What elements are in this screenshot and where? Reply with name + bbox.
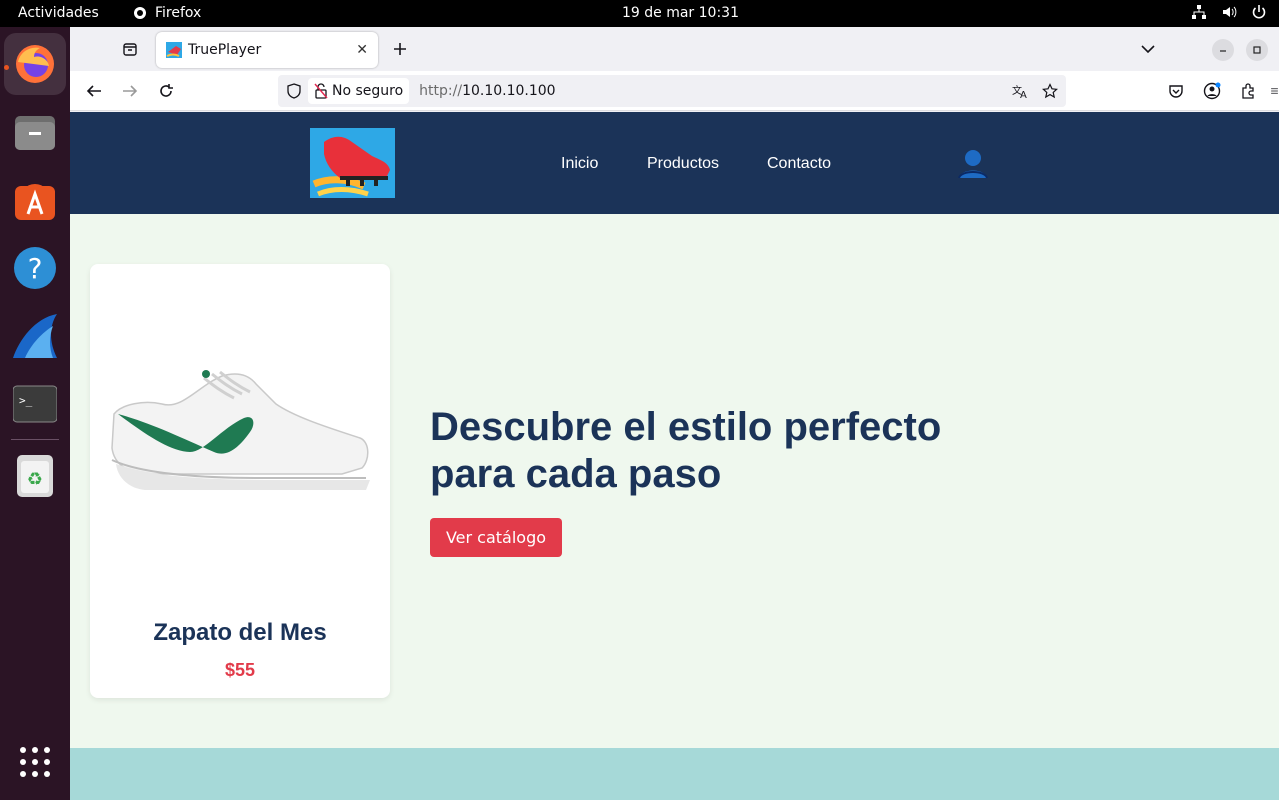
url-bar[interactable]: No seguro http://10.10.10.100 文A xyxy=(278,75,1066,107)
terminal-icon: >_ xyxy=(13,385,57,423)
minimize-button[interactable] xyxy=(1212,39,1234,61)
svg-text:A: A xyxy=(1020,90,1027,99)
web-page: Inicio Productos Contacto Zapato del Mes… xyxy=(70,112,1279,800)
url-text[interactable]: http://10.10.10.100 xyxy=(419,83,555,99)
maximize-button[interactable] xyxy=(1246,39,1268,61)
nav-link-productos[interactable]: Productos xyxy=(647,155,719,173)
extensions-button[interactable] xyxy=(1238,81,1258,101)
dock-firefox[interactable] xyxy=(4,33,66,95)
back-button[interactable] xyxy=(84,81,104,101)
dock-show-apps[interactable] xyxy=(4,731,66,793)
wireshark-icon xyxy=(13,314,57,358)
product-title: Zapato del Mes xyxy=(153,619,327,646)
app-grid-icon xyxy=(20,747,50,777)
connection-not-secure[interactable]: No seguro xyxy=(308,78,410,104)
svg-text:?: ? xyxy=(28,252,43,285)
clock[interactable]: 19 de mar 10:31 xyxy=(622,5,739,21)
product-image xyxy=(111,370,370,490)
forward-button[interactable] xyxy=(120,81,140,101)
featured-product-card[interactable]: Zapato del Mes $55 xyxy=(90,264,390,698)
dock: ? >_ ♻ xyxy=(0,27,70,800)
plus-icon xyxy=(394,43,406,55)
menu-button[interactable] xyxy=(1270,81,1279,101)
help-icon: ? xyxy=(14,247,56,289)
firefox-small-icon xyxy=(134,7,146,19)
hamburger-icon xyxy=(1271,88,1278,94)
list-all-tabs-button[interactable] xyxy=(1138,39,1158,59)
account-button[interactable] xyxy=(1202,81,1222,101)
dock-trash[interactable]: ♻ xyxy=(4,445,66,507)
sneaker-logo-icon xyxy=(310,128,395,198)
view-catalog-button[interactable]: Ver catálogo xyxy=(430,518,562,557)
back-arrow-icon xyxy=(86,85,101,97)
puzzle-icon xyxy=(1242,83,1254,99)
running-indicator xyxy=(4,65,9,70)
app-center-icon xyxy=(15,184,55,220)
pocket-button[interactable] xyxy=(1166,81,1186,101)
svg-text:♻: ♻ xyxy=(27,469,43,490)
svg-text:>_: >_ xyxy=(19,394,33,407)
system-tray[interactable] xyxy=(1191,4,1267,20)
dock-terminal[interactable]: >_ xyxy=(4,373,66,435)
dock-help[interactable]: ? xyxy=(4,237,66,299)
firefox-view-icon xyxy=(123,43,137,56)
translate-icon[interactable]: 文A xyxy=(1012,83,1030,99)
dock-separator xyxy=(11,439,59,440)
new-tab-button[interactable] xyxy=(390,39,410,59)
minimize-icon xyxy=(1220,50,1226,52)
nav-link-inicio[interactable]: Inicio xyxy=(561,155,598,173)
tab-close-icon[interactable]: ✕ xyxy=(356,42,368,58)
firefox-view-button[interactable] xyxy=(120,39,140,59)
app-name: Firefox xyxy=(155,5,202,21)
dock-app-center[interactable] xyxy=(4,169,66,231)
tab-title: TruePlayer xyxy=(188,42,262,58)
not-secure-label: No seguro xyxy=(332,83,404,99)
reload-button[interactable] xyxy=(156,81,176,101)
app-menu[interactable]: Firefox xyxy=(133,5,201,21)
tab-strip: TruePlayer ✕ xyxy=(70,27,1279,71)
volume-icon[interactable] xyxy=(1221,4,1237,20)
url-protocol: http:// xyxy=(419,83,463,99)
shield-icon[interactable] xyxy=(286,83,302,99)
pocket-icon xyxy=(1169,85,1183,98)
power-icon[interactable] xyxy=(1251,4,1267,20)
reload-icon xyxy=(160,84,173,97)
network-icon[interactable] xyxy=(1191,4,1207,20)
user-icon xyxy=(958,150,988,179)
hero-heading: Descubre el estilo perfecto para cada pa… xyxy=(430,405,942,496)
firefox-icon xyxy=(16,45,54,83)
activities-button[interactable]: Actividades xyxy=(18,5,99,21)
firefox-window: TruePlayer ✕ No seguro http://10.10.10.1… xyxy=(70,27,1279,800)
tab-trueplayer[interactable]: TruePlayer ✕ xyxy=(156,32,378,68)
site-header: Inicio Productos Contacto xyxy=(70,112,1279,214)
dock-files[interactable] xyxy=(4,101,66,163)
account-icon xyxy=(1203,82,1221,100)
next-section-band xyxy=(70,748,1279,800)
insecure-lock-icon xyxy=(314,83,328,99)
maximize-icon xyxy=(1253,46,1261,54)
system-top-bar: Actividades Firefox 19 de mar 10:31 xyxy=(0,0,1279,27)
product-price: $55 xyxy=(224,660,256,680)
user-account-link[interactable] xyxy=(957,148,989,182)
chevron-down-icon xyxy=(1141,45,1155,54)
files-icon xyxy=(15,116,55,150)
navigation-toolbar: No seguro http://10.10.10.100 文A xyxy=(70,71,1279,111)
url-host: 10.10.10.100 xyxy=(462,83,556,99)
bookmark-star-icon[interactable] xyxy=(1042,83,1058,99)
forward-arrow-icon xyxy=(123,85,138,97)
nav-link-contacto[interactable]: Contacto xyxy=(767,155,831,173)
site-logo[interactable] xyxy=(310,128,395,198)
favicon-icon xyxy=(166,42,182,58)
dock-wireshark[interactable] xyxy=(4,305,66,367)
trash-icon: ♻ xyxy=(17,455,53,497)
